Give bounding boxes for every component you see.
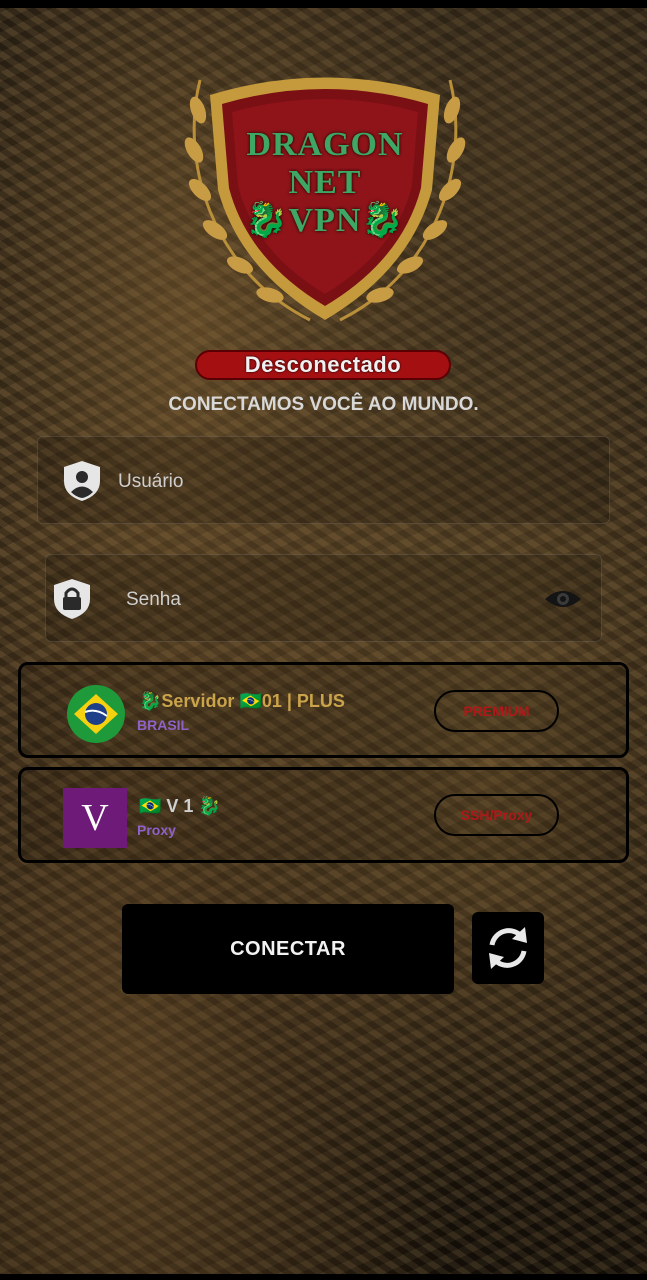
mode-type: Proxy xyxy=(137,822,176,838)
server-name: 🐉Servidor 🇧🇷01 | PLUS xyxy=(139,691,345,711)
user-shield-icon xyxy=(64,461,100,501)
app-logo: DRAGON NET 🐉VPN🐉 xyxy=(170,40,480,330)
server-country: BRASIL xyxy=(137,717,190,733)
status-label: Desconectado xyxy=(244,352,402,377)
mode-protocol-badge: SSH/Proxy xyxy=(434,794,559,836)
username-placeholder: Usuário xyxy=(118,471,184,492)
nav-bar xyxy=(0,1274,647,1280)
mode-tile: V xyxy=(63,788,127,848)
tagline: CONECTAMOS VOCÊ AO MUNDO. xyxy=(168,394,479,415)
server-tier-badge: PREMIUM xyxy=(434,690,559,732)
brazil-flag-icon xyxy=(67,685,125,743)
status-bar xyxy=(0,0,647,8)
server-selector[interactable]: 🐉Servidor 🇧🇷01 | PLUS BRASIL PREMIUM xyxy=(18,662,629,758)
logo-line-1: DRAGON xyxy=(246,126,404,163)
eye-icon[interactable] xyxy=(543,585,583,613)
username-field[interactable]: Usuário xyxy=(37,436,610,524)
logo-line-2: NET xyxy=(288,164,362,201)
password-field[interactable]: Senha xyxy=(45,554,602,642)
connection-mode-selector[interactable]: V 🇧🇷 V 1 🐉 Proxy SSH/Proxy xyxy=(18,767,629,863)
password-placeholder: Senha xyxy=(126,589,181,610)
mode-name: 🇧🇷 V 1 🐉 xyxy=(139,796,221,816)
connection-status-badge: Desconectado xyxy=(195,350,451,380)
lock-shield-icon xyxy=(54,579,90,619)
refresh-icon xyxy=(489,927,527,969)
refresh-button[interactable] xyxy=(472,912,544,984)
logo-line-3: 🐉VPN🐉 xyxy=(245,202,405,239)
connect-button[interactable]: CONECTAR xyxy=(122,904,454,994)
